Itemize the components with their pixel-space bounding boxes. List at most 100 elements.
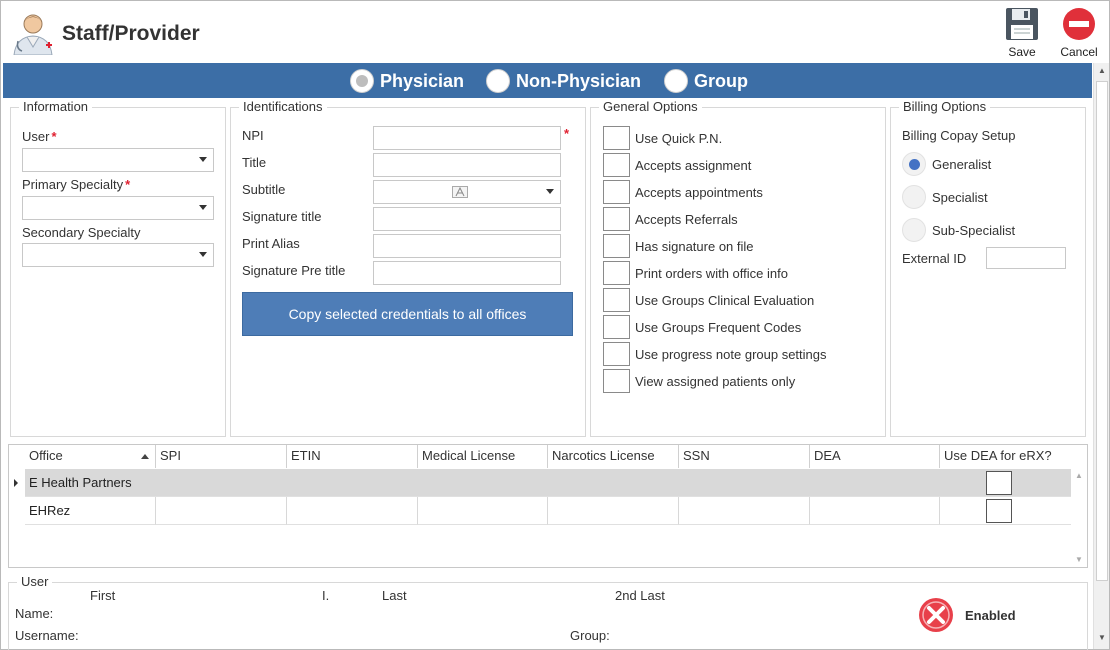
checkbox[interactable] (603, 234, 630, 258)
page-title: Staff/Provider (62, 22, 200, 45)
scroll-down-arrow-icon[interactable]: ▼ (1097, 633, 1107, 643)
name-label: Name: (15, 606, 54, 621)
table-row[interactable]: EHRez (25, 497, 1071, 525)
option-progress-note-group[interactable]: Use progress note group settings (603, 342, 827, 366)
no-entry-icon (1063, 8, 1095, 40)
narcotics-license-cell[interactable] (548, 497, 679, 525)
column-header-office[interactable]: Office (25, 445, 156, 468)
checkbox[interactable] (603, 288, 630, 312)
npi-input[interactable] (373, 126, 561, 150)
subtitle-select[interactable] (373, 180, 561, 204)
signature-pre-title-input[interactable] (373, 261, 561, 285)
scroll-thumb[interactable] (1096, 81, 1108, 581)
checkbox[interactable] (603, 207, 630, 231)
checkbox[interactable] (603, 180, 630, 204)
chevron-down-icon (199, 205, 207, 210)
checkbox[interactable] (603, 315, 630, 339)
checkbox[interactable] (603, 126, 630, 150)
checkbox[interactable] (603, 342, 630, 366)
npi-label: NPI (242, 128, 264, 143)
option-print-orders[interactable]: Print orders with office info (603, 261, 788, 285)
offices-grid: Office SPI ETIN Medical License Narcotic… (8, 444, 1088, 568)
option-label: View assigned patients only (635, 373, 796, 389)
checkbox[interactable] (603, 261, 630, 285)
user-label: User (22, 129, 50, 144)
etin-cell[interactable] (287, 497, 418, 525)
use-dea-checkbox[interactable] (986, 499, 1012, 523)
grid-scroll-up-icon[interactable]: ▲ (1075, 471, 1083, 480)
radio-circle[interactable] (902, 152, 926, 176)
option-label: Accepts appointments (635, 184, 763, 200)
column-header-narcotics-license[interactable]: Narcotics License (548, 445, 679, 468)
identifications-title: Identifications (239, 99, 327, 114)
use-dea-checkbox[interactable] (986, 471, 1012, 495)
option-accepts-appointments[interactable]: Accepts appointments (603, 180, 763, 204)
option-label: Print orders with office info (635, 265, 788, 281)
scroll-up-arrow-icon[interactable]: ▲ (1097, 66, 1107, 76)
billing-copay-setup-label: Billing Copay Setup (902, 128, 1016, 143)
primary-specialty-select[interactable] (22, 196, 214, 220)
option-groups-frequent-codes[interactable]: Use Groups Frequent Codes (603, 315, 801, 339)
radio-circle[interactable] (902, 185, 926, 209)
cancel-label: Cancel (1060, 45, 1098, 59)
signature-pre-title-label: Signature Pre title (242, 263, 346, 278)
office-cell[interactable]: EHRez (25, 497, 156, 525)
option-view-assigned-patients[interactable]: View assigned patients only (603, 369, 795, 393)
option-groups-clinical-evaluation[interactable]: Use Groups Clinical Evaluation (603, 288, 814, 312)
print-alias-input[interactable] (373, 234, 561, 258)
column-header-ssn[interactable]: SSN (679, 445, 810, 468)
billing-options-title: Billing Options (899, 99, 991, 114)
checkbox[interactable] (603, 153, 630, 177)
column-header-spi[interactable]: SPI (156, 445, 287, 468)
option-label: Accepts Referrals (635, 211, 738, 227)
physician-radio-circle[interactable] (350, 69, 374, 93)
checkbox[interactable] (603, 369, 630, 393)
title-input[interactable] (373, 153, 561, 177)
table-row[interactable]: E Health Partners (25, 469, 1071, 497)
office-cell[interactable]: E Health Partners (25, 469, 1071, 497)
option-label: Use Groups Frequent Codes (635, 319, 802, 335)
radio-generalist[interactable]: Generalist (902, 151, 991, 177)
cancel-button[interactable]: Cancel (1055, 7, 1103, 59)
radio-physician[interactable]: Physician (350, 68, 464, 94)
group-radio-circle[interactable] (664, 69, 688, 93)
grid-scroll-down-icon[interactable]: ▼ (1075, 555, 1083, 564)
column-header-use-dea[interactable]: Use DEA for eRX? (940, 445, 1071, 468)
required-marker: * (125, 177, 131, 192)
column-header-etin[interactable]: ETIN (287, 445, 418, 468)
information-title: Information (19, 99, 93, 114)
save-button[interactable]: Save (998, 7, 1046, 59)
save-label: Save (1008, 45, 1036, 59)
ssn-cell[interactable] (679, 497, 810, 525)
signature-title-input[interactable] (373, 207, 561, 231)
radio-non-physician[interactable]: Non-Physician (486, 68, 641, 94)
column-header-medical-license[interactable]: Medical License (418, 445, 548, 468)
grid-scrollbar[interactable]: ▲ ▼ (1072, 469, 1087, 567)
radio-group[interactable]: Group (664, 68, 748, 94)
external-id-input[interactable] (986, 247, 1066, 269)
staff-provider-icon (13, 14, 53, 55)
current-row-indicator-icon (14, 479, 18, 487)
title-label: Title (242, 155, 267, 170)
spi-cell[interactable] (156, 497, 287, 525)
staff-provider-window: Staff/Provider Save Cancel Physician Non… (0, 0, 1110, 650)
column-header-dea[interactable]: DEA (810, 445, 940, 468)
dea-cell[interactable] (810, 497, 940, 525)
radio-circle[interactable] (902, 218, 926, 242)
copy-credentials-button[interactable]: Copy selected credentials to all offices (242, 292, 573, 336)
x-circle-icon[interactable] (918, 597, 954, 633)
option-has-signature[interactable]: Has signature on file (603, 234, 754, 258)
option-use-quick-pn[interactable]: Use Quick P.N. (603, 126, 722, 150)
chevron-down-icon (199, 252, 207, 257)
sort-ascending-icon (141, 454, 149, 459)
radio-specialist[interactable]: Specialist (902, 184, 988, 210)
secondary-specialty-select[interactable] (22, 243, 214, 267)
medical-license-cell[interactable] (418, 497, 548, 525)
non-physician-radio-circle[interactable] (486, 69, 510, 93)
main-scrollbar[interactable]: ▲ ▼ (1093, 63, 1109, 649)
general-options-title: General Options (599, 99, 702, 114)
option-accepts-assignment[interactable]: Accepts assignment (603, 153, 751, 177)
option-accepts-referrals[interactable]: Accepts Referrals (603, 207, 738, 231)
user-select[interactable] (22, 148, 214, 172)
radio-sub-specialist[interactable]: Sub-Specialist (902, 217, 1015, 243)
